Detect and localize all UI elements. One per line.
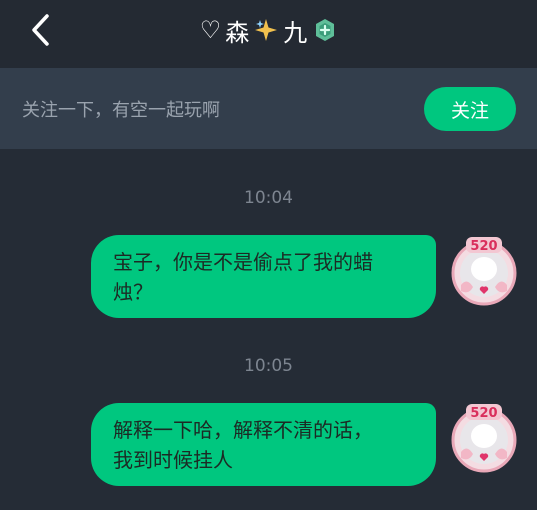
message-text-line: 宝子，你是不是偷点了我的蜡	[113, 250, 373, 274]
message-bubble[interactable]: 宝子，你是不是偷点了我的蜡 烛？	[91, 235, 436, 318]
message-text-line: 我到时候挂人	[113, 448, 233, 472]
avatar-badge-text: 520	[470, 406, 497, 421]
message-text-line: 烛？	[113, 280, 153, 304]
user-avatar[interactable]: 520	[447, 233, 521, 307]
top-navbar: ♡ 森 九	[0, 0, 537, 68]
follow-button[interactable]: 关注	[424, 87, 516, 131]
avatar-badge-text: 520	[470, 239, 497, 254]
message-bubble[interactable]: 解释一下哈，解释不清的话， 我到时候挂人	[91, 403, 436, 486]
message-text-line: 解释一下哈，解释不清的话，	[113, 418, 373, 442]
title-heart: ♡	[199, 16, 222, 44]
chat-title: ♡ 森 九	[0, 0, 537, 60]
verified-badge-icon	[316, 19, 335, 41]
sparkle-icon	[255, 19, 278, 41]
message-timestamp: 10:05	[244, 356, 293, 376]
follow-prompt: 关注一下，有空一起玩啊	[22, 99, 220, 121]
message-timestamp: 10:04	[244, 188, 293, 208]
title-name-part-1: 森	[225, 18, 250, 47]
chat-screen: ♡ 森 九 关注一下，有空一起玩啊 关注 10:04 宝子，你是不是偷点了我的蜡…	[0, 0, 537, 510]
user-avatar[interactable]: 520	[447, 400, 521, 474]
title-name-part-2: 九	[283, 18, 308, 47]
